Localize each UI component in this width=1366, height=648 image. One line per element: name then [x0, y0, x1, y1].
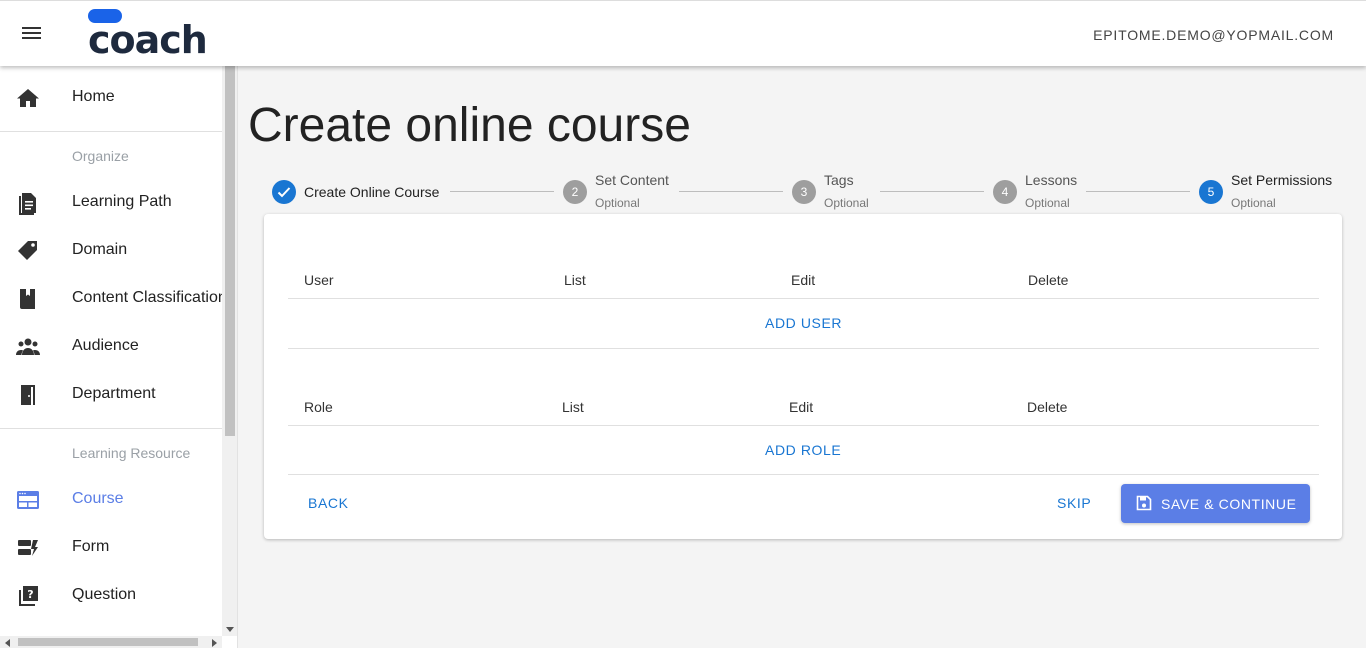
sidebar-item-department[interactable]: Department: [0, 371, 222, 419]
step-2-subtitle: Optional: [595, 196, 640, 210]
step-2-number[interactable]: 2: [563, 180, 587, 204]
sidebar: Home Organize Learning Path Domain Conte…: [0, 66, 238, 648]
table-divider: [288, 348, 1319, 349]
table-divider: [288, 474, 1319, 475]
step-3-subtitle: Optional: [824, 196, 869, 210]
form-icon: [18, 540, 38, 556]
sidebar-item-learning-path[interactable]: Learning Path: [0, 179, 222, 227]
permissions-card: User List Edit Delete ADD USER Role List…: [264, 214, 1342, 539]
course-icon: [17, 491, 39, 509]
add-role-button[interactable]: ADD ROLE: [765, 442, 841, 458]
scrollbar-thumb[interactable]: [225, 66, 235, 436]
sidebar-item-domain[interactable]: Domain: [0, 227, 222, 275]
step-5-subtitle: Optional: [1231, 196, 1276, 210]
course-stepper: Create Online Course 2 Set Content Optio…: [270, 170, 1350, 214]
sidebar-divider: [0, 428, 222, 429]
step-connector: [880, 191, 984, 192]
table-divider: [288, 425, 1319, 426]
edit-column-header: Edit: [789, 399, 814, 415]
sidebar-divider: [0, 131, 222, 132]
edit-column-header: Edit: [791, 272, 816, 288]
group-icon: [16, 338, 40, 355]
user-email[interactable]: EPITOME.DEMO@YOPMAIL.COM: [1093, 27, 1334, 43]
section-label-organize: Organize: [72, 148, 129, 164]
sidebar-item-course[interactable]: Course: [0, 476, 222, 524]
home-icon: [17, 89, 39, 107]
document-icon: [19, 193, 36, 215]
step-3-number[interactable]: 3: [792, 180, 816, 204]
coach-logo[interactable]: coach: [88, 9, 208, 60]
step-4-title[interactable]: Lessons: [1025, 172, 1077, 188]
sidebar-horizontal-scrollbar[interactable]: [0, 636, 222, 648]
list-column-header: List: [562, 399, 584, 415]
delete-column-header: Delete: [1028, 272, 1069, 288]
app-header: coach EPITOME.DEMO@YOPMAIL.COM: [0, 0, 1366, 66]
step-1-title[interactable]: Create Online Course: [304, 184, 439, 200]
step-5-title[interactable]: Set Permissions: [1231, 172, 1332, 188]
hamburger-menu-icon[interactable]: [22, 27, 42, 43]
list-column-header: List: [564, 272, 586, 288]
back-button[interactable]: BACK: [308, 495, 349, 511]
sidebar-item-audience[interactable]: Audience: [0, 323, 222, 371]
role-column-header: Role: [304, 399, 333, 415]
scroll-down-arrow-icon[interactable]: [226, 627, 234, 632]
tag-icon: [18, 241, 37, 260]
sidebar-item-home[interactable]: Home: [0, 74, 222, 122]
step-2-title[interactable]: Set Content: [595, 172, 669, 188]
sidebar-item-content-classification[interactable]: Content Classification: [0, 275, 227, 323]
scroll-right-arrow-icon[interactable]: [212, 639, 217, 647]
add-user-button[interactable]: ADD USER: [765, 315, 842, 331]
step-connector: [679, 191, 783, 192]
sidebar-item-question[interactable]: ? Question: [0, 572, 222, 620]
section-label-learning-resource: Learning Resource: [72, 445, 191, 461]
step-connector: [450, 191, 554, 192]
step-connector: [1086, 191, 1190, 192]
page-title: Create online course: [248, 99, 691, 152]
user-column-header: User: [304, 272, 334, 288]
skip-button[interactable]: SKIP: [1057, 495, 1091, 511]
book-icon: [20, 289, 35, 309]
table-divider: [288, 298, 1319, 299]
sidebar-vertical-scrollbar[interactable]: [222, 66, 237, 636]
question-icon: ?: [19, 586, 38, 606]
delete-column-header: Delete: [1027, 399, 1068, 415]
scrollbar-thumb[interactable]: [18, 638, 198, 646]
step-4-number[interactable]: 4: [993, 180, 1017, 204]
step-3-title[interactable]: Tags: [824, 172, 854, 188]
door-icon: [21, 385, 35, 405]
scroll-left-arrow-icon[interactable]: [5, 639, 10, 647]
step-5-number[interactable]: 5: [1199, 180, 1223, 204]
save-and-continue-button[interactable]: SAVE & CONTINUE: [1121, 484, 1310, 523]
step-4-subtitle: Optional: [1025, 196, 1070, 210]
save-icon: [1136, 495, 1152, 511]
sidebar-item-form[interactable]: Form: [0, 524, 222, 572]
svg-text:?: ?: [27, 588, 33, 601]
step-1-check-icon[interactable]: [272, 180, 296, 204]
